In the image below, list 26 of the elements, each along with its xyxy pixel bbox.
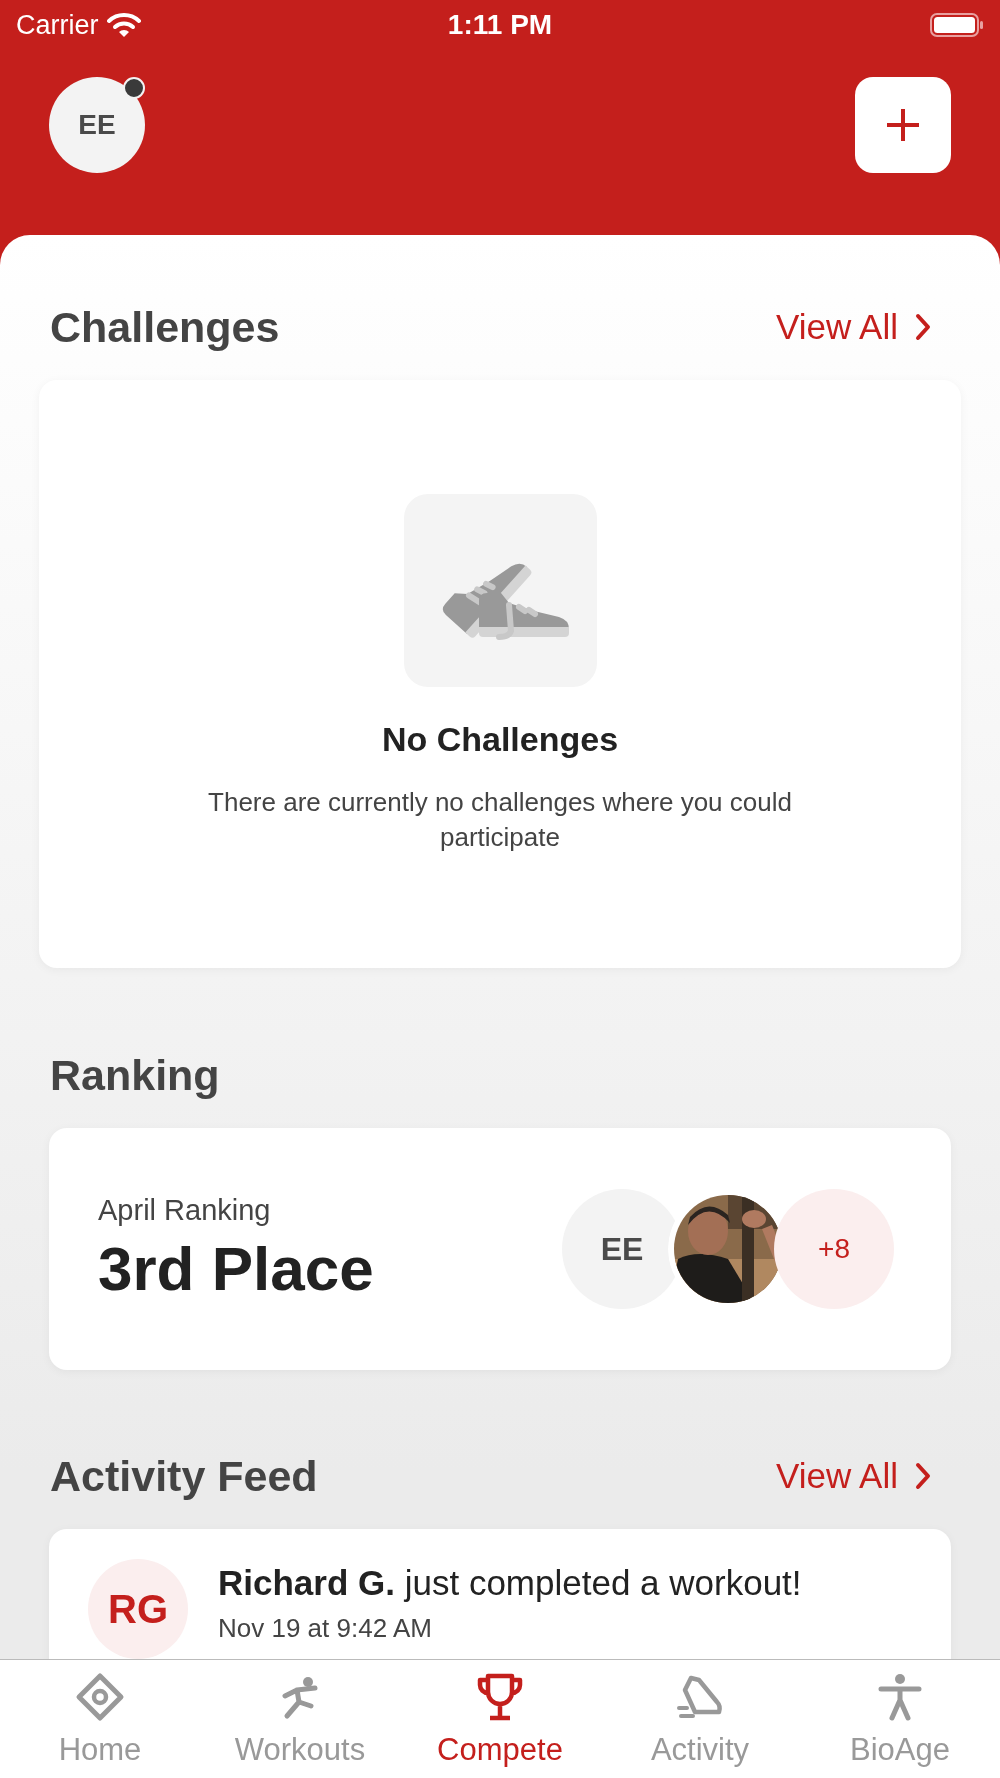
home-icon bbox=[75, 1672, 125, 1722]
carrier-name: Carrier bbox=[16, 9, 99, 41]
view-all-link[interactable]: View All bbox=[776, 1456, 932, 1496]
battery-icon bbox=[930, 12, 984, 38]
view-all-link[interactable]: View All bbox=[776, 307, 932, 347]
section-title: Challenges bbox=[50, 302, 280, 352]
empty-message: There are currently no challenges where you could participate bbox=[207, 786, 793, 854]
plus-icon bbox=[885, 107, 921, 143]
section-title: Ranking bbox=[50, 1050, 220, 1100]
tab[interactable]: Compete bbox=[400, 1660, 600, 1778]
user-avatar: RG bbox=[88, 1559, 188, 1659]
section-title: Activity Feed bbox=[50, 1451, 318, 1501]
ranking-card[interactable]: April Ranking 3rd Place EE +8 bbox=[49, 1128, 951, 1370]
status-time: 1:11 PM bbox=[447, 9, 553, 41]
chevron-icon bbox=[914, 313, 932, 341]
empty-title: No Challenges bbox=[381, 719, 619, 759]
ranking-place: 3rd Place bbox=[98, 1233, 374, 1304]
activity-time: Nov 19 at 9:42 AM bbox=[218, 1613, 433, 1643]
profile-avatar[interactable]: EE bbox=[49, 77, 145, 173]
add-button[interactable] bbox=[855, 77, 951, 173]
wifi-icon bbox=[106, 12, 141, 38]
more-count: +8 bbox=[774, 1189, 894, 1309]
chevron-icon bbox=[914, 1462, 932, 1490]
activity-message: Richard G. just completed a workout! bbox=[218, 1563, 802, 1603]
ranking-label: April Ranking bbox=[98, 1194, 272, 1227]
trophy-icon bbox=[475, 1672, 525, 1722]
